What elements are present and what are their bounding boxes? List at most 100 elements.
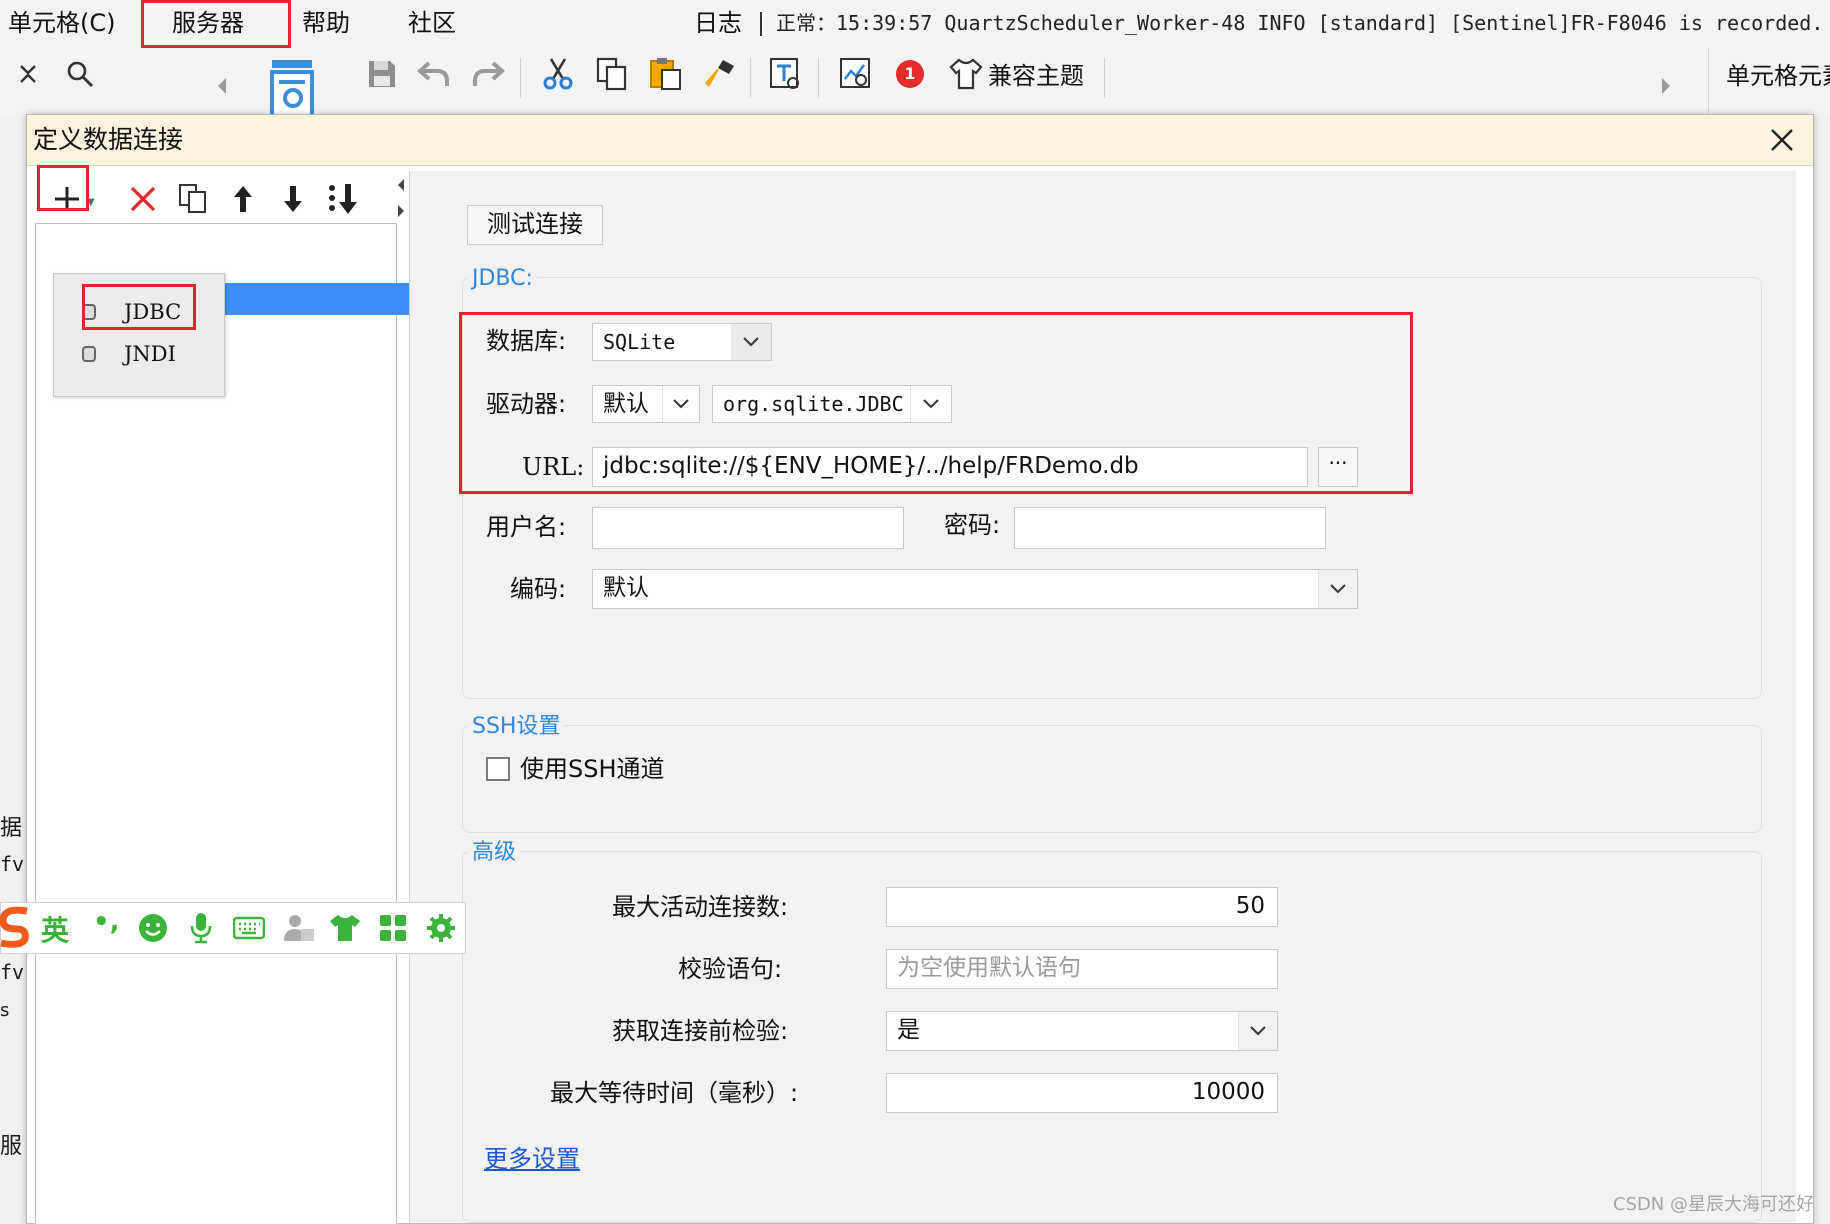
sort-button[interactable]: [323, 179, 363, 219]
username-label: 用户名:: [486, 513, 567, 541]
copy-icon[interactable]: [592, 54, 632, 94]
theme-shirt-icon[interactable]: [946, 54, 986, 94]
compat-theme-label[interactable]: 兼容主题: [988, 56, 1084, 96]
toolbar-separator: [1708, 48, 1709, 116]
keyboard-icon[interactable]: [233, 912, 265, 944]
watermark: CSDN @星辰大海可还好: [1612, 1194, 1814, 1215]
more-settings-link[interactable]: 更多设置: [484, 1139, 580, 1174]
chart-preview-icon[interactable]: [836, 54, 876, 94]
define-data-connection-dialog: 定义数据连接 ▼ JDBC JNDI 测试连接 JDBC: 数据库: SQLit…: [26, 114, 1814, 1224]
menu-bar: 单元格(C) 服务器 帮助 社区 日志 正常：15:39:57 QuartzSc…: [0, 0, 1830, 49]
username-input[interactable]: [592, 507, 904, 549]
menu-item-label: JNDI: [124, 342, 176, 366]
add-button-highlight: [37, 165, 89, 211]
skin-shirt-icon[interactable]: [329, 912, 361, 944]
log-label[interactable]: 日志: [694, 0, 742, 46]
cell-element-tab[interactable]: 单元格元素: [1726, 56, 1830, 96]
test-before-label: 获取连接前检验:: [612, 1017, 789, 1045]
alert-badge-icon[interactable]: 1: [890, 54, 930, 94]
validation-query-label: 校验语句:: [678, 955, 783, 983]
driver-mode-select[interactable]: 默认: [592, 385, 700, 423]
format-painter-icon[interactable]: [700, 54, 740, 94]
ime-lang-toggle[interactable]: 英: [41, 909, 69, 949]
redo-icon[interactable]: [468, 54, 508, 94]
chevron-down-icon[interactable]: [1238, 1012, 1277, 1050]
move-down-button[interactable]: [275, 181, 311, 217]
chevron-down-icon[interactable]: [731, 324, 771, 360]
search-icon[interactable]: [60, 54, 100, 94]
max-active-value: 50: [1235, 893, 1265, 919]
test-connection-button[interactable]: 测试连接: [467, 205, 603, 245]
selected-connection-row[interactable]: [219, 283, 425, 315]
max-active-input[interactable]: 50: [886, 887, 1278, 927]
use-ssh-checkbox[interactable]: [486, 757, 510, 781]
driver-class-value: org.sqlite.JDBC: [723, 392, 904, 416]
database-icon: [82, 346, 96, 362]
bg-fragment: 据: [0, 816, 23, 841]
ime-toolbar: 英 •,: [0, 902, 466, 954]
splitter-arrows[interactable]: [397, 175, 405, 225]
url-value: jdbc:sqlite://${ENV_HOME}/../help/FRDemo…: [603, 453, 1139, 479]
server-menu-highlight: [141, 0, 291, 48]
max-wait-value: 10000: [1191, 1079, 1265, 1105]
toolbar-separator: [520, 58, 521, 98]
cut-icon[interactable]: [538, 54, 578, 94]
password-input[interactable]: [1014, 507, 1326, 549]
close-button[interactable]: [1763, 121, 1801, 159]
user-card-icon[interactable]: [283, 912, 315, 944]
connection-list-panel: ▼ JDBC JNDI: [35, 165, 425, 1224]
encoding-select[interactable]: 默认: [592, 569, 1358, 609]
collapse-icon[interactable]: [8, 54, 48, 94]
emoji-icon[interactable]: [137, 912, 169, 944]
chevron-down-icon[interactable]: [662, 386, 699, 422]
driver-class-select[interactable]: org.sqlite.JDBC: [712, 385, 952, 423]
move-up-button[interactable]: [225, 181, 261, 217]
encoding-value: 默认: [603, 575, 649, 601]
copy-icon: [179, 184, 206, 213]
test-before-value: 是: [897, 1017, 920, 1043]
url-browse-button[interactable]: ···: [1318, 447, 1358, 487]
validation-query-input[interactable]: 为空使用默认语句: [886, 949, 1278, 989]
validation-query-placeholder: 为空使用默认语句: [897, 955, 1081, 981]
status-message: 正常：15:39:57 QuartzScheduler_Worker-48 IN…: [776, 11, 1824, 35]
undo-icon[interactable]: [414, 54, 454, 94]
delete-connection-button[interactable]: [125, 181, 161, 217]
url-label: URL:: [522, 453, 585, 481]
dataset-preview-icon[interactable]: [264, 60, 320, 116]
max-wait-input[interactable]: 10000: [886, 1073, 1278, 1113]
max-active-label: 最大活动连接数:: [612, 893, 789, 921]
settings-gear-icon[interactable]: [425, 912, 457, 944]
add-connection-menu: JDBC JNDI: [53, 273, 225, 397]
bg-fragment: fv: [0, 852, 25, 876]
background-panel-edge: 据 fv fv s 服: [0, 810, 26, 1159]
ime-punct-toggle[interactable]: •,: [93, 907, 120, 937]
text-box-icon[interactable]: [766, 54, 806, 94]
arrow-down-icon: [284, 186, 302, 212]
menu-item-jndi[interactable]: JNDI: [54, 334, 224, 374]
sort-icon: [329, 184, 357, 214]
connection-settings-panel: 测试连接 JDBC: 数据库: SQLite 驱动器: 默认 org.sqlit…: [409, 171, 1796, 1223]
database-value: SQLite: [603, 330, 676, 354]
sogou-logo-icon[interactable]: [0, 905, 35, 949]
scroll-right-icon[interactable]: [1654, 66, 1678, 106]
driver-label: 驱动器:: [486, 390, 567, 418]
url-input[interactable]: jdbc:sqlite://${ENV_HOME}/../help/FRDemo…: [592, 447, 1308, 487]
chevron-down-icon[interactable]: [1318, 570, 1357, 608]
dialog-title-bar[interactable]: 定义数据连接: [27, 115, 1813, 166]
toolbar-separator: [1104, 58, 1105, 98]
password-label: 密码:: [944, 511, 1001, 539]
menu-community[interactable]: 社区: [408, 0, 456, 46]
menu-help[interactable]: 帮助: [302, 0, 350, 46]
test-before-select[interactable]: 是: [886, 1011, 1278, 1051]
chevron-down-icon[interactable]: [910, 386, 951, 422]
copy-connection-button[interactable]: [175, 181, 211, 217]
scroll-left-icon[interactable]: [210, 66, 234, 106]
microphone-icon[interactable]: [185, 912, 217, 944]
paste-icon[interactable]: [646, 54, 686, 94]
database-select[interactable]: SQLite: [592, 323, 772, 361]
dialog-title: 定义数据连接: [33, 125, 184, 154]
database-label: 数据库:: [486, 327, 567, 355]
toolbox-grid-icon[interactable]: [377, 912, 409, 944]
save-icon[interactable]: [362, 54, 402, 94]
menu-cell[interactable]: 单元格(C): [8, 0, 115, 46]
